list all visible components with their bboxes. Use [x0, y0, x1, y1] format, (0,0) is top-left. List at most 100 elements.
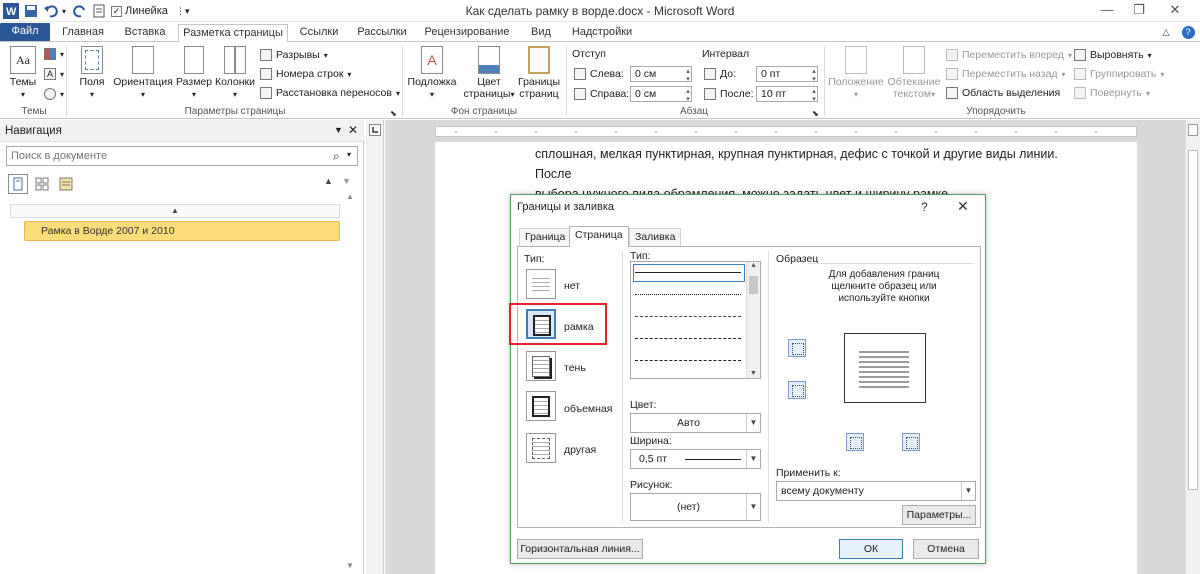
- indent-left-field[interactable]: 0 см: [630, 66, 692, 83]
- horizontal-line-button[interactable]: Горизонтальная линия...: [517, 539, 643, 559]
- rotate-button[interactable]: Повернуть ▾: [1074, 85, 1150, 101]
- watermark-button[interactable]: A Подложка ▾: [406, 46, 458, 101]
- send-backward-button[interactable]: Переместить назад ▾: [946, 66, 1066, 82]
- apply-to-select[interactable]: всему документу ▼: [776, 481, 976, 501]
- nav-scroll-down-icon[interactable]: ▼: [343, 561, 357, 570]
- line-style-dash-dot[interactable]: [635, 360, 741, 361]
- tab-shading[interactable]: Заливка: [629, 228, 682, 246]
- document-scrollbar[interactable]: [1185, 120, 1200, 574]
- line-numbers-button[interactable]: Номера строк ▾: [260, 66, 351, 82]
- paragraph-launcher-icon[interactable]: ⬊: [812, 105, 819, 121]
- nav-options-icon[interactable]: ▼: [334, 125, 343, 135]
- tab-page-border[interactable]: Страница: [569, 226, 629, 247]
- setting-custom-icon[interactable]: [526, 433, 556, 463]
- paragraph-group-label: Абзац: [679, 106, 709, 117]
- themes-button[interactable]: Aa Темы ▾: [6, 46, 40, 101]
- tab-borders[interactable]: Граница: [519, 228, 572, 246]
- color-select[interactable]: Авто ▼: [630, 413, 761, 433]
- tab-mailings[interactable]: Рассылки: [354, 24, 410, 42]
- top-border-icon[interactable]: [788, 339, 806, 357]
- spacing-before-field[interactable]: 0 пт: [756, 66, 818, 83]
- setting-none-icon[interactable]: [526, 269, 556, 299]
- bottom-border-icon[interactable]: [788, 381, 806, 399]
- nav-results-tab[interactable]: [56, 174, 76, 194]
- indent-right-field[interactable]: 0 см: [630, 86, 692, 103]
- nav-close-icon[interactable]: ✕: [348, 123, 358, 137]
- style-scroll-down-icon[interactable]: ▼: [747, 370, 760, 377]
- navigation-search[interactable]: ⌕ ▾: [6, 146, 358, 166]
- spacing-after-field[interactable]: 10 пт: [756, 86, 818, 103]
- tab-review[interactable]: Рецензирование: [420, 24, 514, 42]
- tab-insert[interactable]: Вставка: [118, 24, 172, 42]
- art-select[interactable]: (нет) ▼: [630, 493, 761, 521]
- orientation-button[interactable]: Ориентация ▾: [112, 46, 174, 101]
- page-color-button[interactable]: Цвет страницы▾: [462, 46, 516, 101]
- left-border-icon[interactable]: [846, 433, 864, 451]
- setting-none-label[interactable]: нет: [564, 280, 580, 292]
- collapse-ribbon-icon[interactable]: △: [1158, 24, 1174, 42]
- tab-addins[interactable]: Надстройки: [566, 24, 638, 42]
- setting-3d-icon[interactable]: [526, 391, 556, 421]
- size-button[interactable]: Размер ▾: [176, 46, 212, 101]
- search-dropdown-icon[interactable]: ▾: [347, 150, 351, 159]
- page-setup-launcher-icon[interactable]: ⬊: [390, 105, 397, 121]
- cancel-button[interactable]: Отмена: [913, 539, 979, 559]
- options-button[interactable]: Параметры...: [902, 505, 976, 525]
- setting-3d-label[interactable]: объемная: [564, 403, 612, 415]
- line-style-dashed-small[interactable]: [635, 316, 741, 317]
- nav-next-icon[interactable]: ▼: [342, 176, 351, 186]
- line-style-solid[interactable]: [635, 272, 741, 273]
- theme-colors-button[interactable]: ▾: [44, 46, 64, 62]
- close-icon[interactable]: ✕: [1160, 2, 1190, 20]
- align-button[interactable]: Выровнять ▾: [1074, 47, 1152, 63]
- dialog-close-icon[interactable]: ✕: [957, 198, 969, 215]
- collapse-all-icon[interactable]: ▲: [10, 204, 340, 218]
- tab-page-layout[interactable]: Разметка страницы: [178, 24, 288, 42]
- tab-references[interactable]: Ссылки: [294, 24, 344, 42]
- width-select[interactable]: 0,5 пт ▼: [630, 449, 761, 469]
- minimize-icon[interactable]: —: [1092, 2, 1122, 20]
- wrap-text-button[interactable]: Обтекание текстом▾: [886, 46, 942, 101]
- tab-home[interactable]: Главная: [56, 24, 110, 42]
- style-scroll-thumb[interactable]: [749, 276, 758, 294]
- help-icon[interactable]: ?: [1180, 24, 1196, 42]
- nav-search-input[interactable]: [7, 147, 307, 165]
- dialog-help-icon[interactable]: ?: [921, 200, 928, 214]
- position-button[interactable]: Положение ▾: [826, 46, 886, 101]
- tab-selector-icon[interactable]: [369, 124, 381, 136]
- line-style-list[interactable]: ▲ ▼: [630, 261, 761, 379]
- border-preview[interactable]: [844, 333, 926, 403]
- scrollbar-thumb[interactable]: [1188, 150, 1198, 490]
- group-button[interactable]: Группировать ▾: [1074, 66, 1164, 82]
- style-scroll-up-icon[interactable]: ▲: [747, 262, 760, 269]
- right-border-icon[interactable]: [902, 433, 920, 451]
- hyphenation-button[interactable]: Расстановка переносов ▾: [260, 85, 400, 101]
- tab-view[interactable]: Вид: [524, 24, 558, 42]
- line-style-dotted[interactable]: [635, 294, 741, 295]
- breaks-button[interactable]: Разрывы ▾: [260, 47, 328, 63]
- setting-custom-label[interactable]: другая: [564, 444, 596, 456]
- nav-scroll-up-icon[interactable]: ▲: [343, 192, 357, 201]
- line-style-selected[interactable]: [633, 264, 745, 282]
- restore-icon[interactable]: ❐: [1124, 2, 1154, 20]
- page-borders-button[interactable]: Границы страниц: [516, 46, 562, 100]
- nav-prev-icon[interactable]: ▲: [324, 176, 333, 186]
- tab-file[interactable]: Файл: [0, 23, 50, 42]
- theme-effects-button[interactable]: ▾: [44, 86, 64, 102]
- columns-button[interactable]: Колонки ▾: [212, 46, 258, 101]
- heading-item[interactable]: Рамка в Ворде 2007 и 2010: [24, 221, 340, 241]
- nav-headings-tab[interactable]: [8, 174, 28, 194]
- theme-fonts-button[interactable]: A ▾: [44, 66, 64, 82]
- nav-scrollbar[interactable]: ▲ ▼: [343, 192, 357, 570]
- nav-pages-tab[interactable]: [32, 174, 52, 194]
- search-icon[interactable]: ⌕: [333, 149, 340, 164]
- line-style-dashed[interactable]: [635, 338, 741, 339]
- setting-shadow-icon[interactable]: [526, 351, 556, 381]
- margins-button[interactable]: Поля ▾: [74, 46, 110, 101]
- line-style-scrollbar[interactable]: ▲ ▼: [746, 262, 760, 378]
- bring-forward-button[interactable]: Переместить вперед ▾: [946, 47, 1072, 63]
- ok-button[interactable]: ОК: [839, 539, 903, 559]
- setting-shadow-label[interactable]: тень: [564, 362, 586, 374]
- selection-pane-button[interactable]: Область выделения: [946, 85, 1060, 101]
- ruler-toggle-icon[interactable]: [1188, 124, 1198, 136]
